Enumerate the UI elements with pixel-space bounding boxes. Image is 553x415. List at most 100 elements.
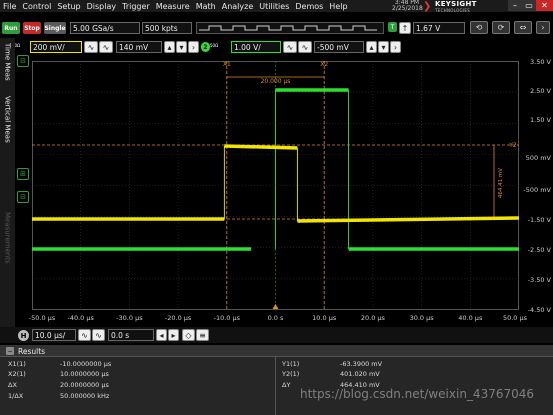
menu-file[interactable]: File [3, 2, 16, 11]
channel1-menu-button[interactable]: › [188, 41, 199, 53]
reference-icon: ◇ [185, 330, 192, 340]
results-collapse-button[interactable]: − [6, 347, 14, 355]
fit-button[interactable]: ⇔ [514, 21, 532, 34]
channel1-scale-field[interactable]: 200 mV/ [30, 41, 82, 53]
wave-icon: ∿ [87, 42, 95, 52]
y-axis-label: 3.50 V [530, 58, 551, 66]
channel1-offset-field[interactable]: 140 mV [116, 41, 162, 53]
menu-help[interactable]: Help [329, 2, 347, 11]
memory-depth-field[interactable]: 500 kpts [142, 22, 192, 34]
y-axis-label: -3.50 V [527, 276, 551, 284]
result-value: -63.3900 mV [340, 360, 383, 368]
chevron-right-icon: › [541, 23, 545, 32]
result-label: ΔY [282, 381, 291, 389]
toolbar-more-button[interactable]: › [536, 21, 550, 34]
tab-measurements[interactable]: Measurements [2, 198, 13, 278]
menu-display[interactable]: Display [87, 2, 117, 11]
channel1-bw-button[interactable]: ∿ [99, 41, 113, 53]
default-setup-icon: ⟳ [497, 23, 505, 32]
menu-utilities[interactable]: Utilities [259, 2, 289, 11]
menu-demos[interactable]: Demos [295, 2, 323, 11]
chevron-left-icon: ◂ [159, 330, 164, 340]
channel1-offset-up-button[interactable]: ▴ [164, 41, 175, 53]
channel2-offset-up-button[interactable]: ▴ [366, 41, 377, 53]
result-label: X2(1) [8, 370, 26, 378]
datetime: 3:48 PM 2/25/2018 [392, 0, 423, 12]
menu-measure[interactable]: Measure [156, 2, 190, 11]
menu-setup[interactable]: Setup [57, 2, 80, 11]
x-axis-label: 30.0 μs [409, 314, 434, 322]
x-axis-label: 50.0 μs [502, 314, 528, 322]
result-value: -10.0000000 μs [60, 360, 112, 368]
rising-edge-icon: ↑ [401, 23, 409, 33]
channel2-offset-down-button[interactable]: ▾ [378, 41, 389, 53]
chevron-right-icon: › [393, 42, 398, 52]
result-value: 401.020 mV [340, 370, 380, 378]
time-menu-button[interactable]: ≡ [196, 329, 209, 341]
side-tool-button-2[interactable]: ⊞ [17, 168, 29, 180]
horizontal-scale-labels: -50.0 μs -40.0 μs -30.0 μs -20.0 μs -10.0 μs… [0, 314, 553, 324]
sample-rate-field[interactable]: 5.00 GSa/s [70, 22, 140, 34]
x-axis-label: -10.0 μs [213, 314, 240, 322]
time-position-right-button[interactable]: ▸ [168, 329, 179, 341]
chevron-down-icon: ▾ [381, 42, 386, 52]
channel2-badge[interactable]: 2 [201, 42, 210, 52]
vertical-scale-labels: 3.50 V 2.50 V 1.50 V 500 mV -500 mV -1.50 V -2… [521, 56, 553, 316]
close-button[interactable]: ✕ [536, 0, 553, 11]
time-position-left-button[interactable]: ◂ [156, 329, 167, 341]
x-axis-label: -50.0 μs [28, 314, 56, 322]
time-scale-chart-button[interactable]: ∿ [78, 329, 91, 341]
channel2-scale-field[interactable]: 1.00 V/ [231, 41, 281, 53]
result-value: 10.0000000 μs [60, 370, 109, 378]
side-tool-button-3[interactable]: ⊟ [17, 191, 29, 203]
x-axis-label: -40.0 μs [67, 314, 94, 322]
trigger-edge-button[interactable]: ↑ [399, 22, 411, 34]
measure-icon: ⊟ [20, 193, 26, 201]
trigger-level-field[interactable]: 1.67 V [413, 22, 465, 34]
channel2-coupling-button[interactable]: ∿ [283, 41, 297, 53]
wave-icon: ∿ [301, 42, 309, 52]
wave-icon: ∿ [286, 42, 294, 52]
time-reference-button[interactable]: ◇ [182, 329, 195, 341]
minimize-button[interactable]: – [508, 0, 522, 11]
tab-vertical-meas[interactable]: Vertical Meas [2, 88, 13, 150]
trigger-channel-button[interactable]: T [388, 22, 397, 32]
x-axis-label: 10.0 μs [312, 314, 337, 322]
menu-math[interactable]: Math [196, 2, 216, 11]
delta-x-label: 20.000 μs [261, 78, 291, 85]
x-axis-label: 40.0 μs [458, 314, 483, 322]
close-icon: ✕ [541, 1, 548, 10]
run-button[interactable]: Run [2, 22, 20, 34]
menu-trigger[interactable]: Trigger [122, 2, 150, 11]
channel2-bw-button[interactable]: ∿ [298, 41, 312, 53]
side-tool-button-1[interactable]: ⊟ [17, 55, 29, 67]
wave-icon: ∿ [81, 330, 88, 340]
channel2-menu-button[interactable]: › [390, 41, 401, 53]
measure-icon: ⊟ [20, 57, 26, 65]
channel2-offset-field[interactable]: -500 mV [314, 41, 364, 53]
add-measurement-icon: ⊞ [20, 170, 26, 178]
x-axis-label: 20.0 μs [360, 314, 385, 322]
menu-control[interactable]: Control [22, 2, 51, 11]
chevron-right-icon: › [191, 42, 196, 52]
y-axis-label: -2.50 V [527, 246, 551, 254]
x2-cursor-label: X2 [320, 61, 328, 68]
maximize-button[interactable]: ▭ [522, 0, 536, 11]
horizontal-badge[interactable]: H [18, 330, 29, 341]
single-button[interactable]: Single [44, 22, 66, 34]
tab-time-meas[interactable]: Time Meas [2, 40, 13, 84]
time-position-field[interactable]: 0.0 s [108, 329, 154, 341]
y-axis-label: 2.50 V [530, 87, 551, 95]
waveform-display[interactable]: X1 X2 20.000 μs Y2 464.41 mV [32, 61, 519, 310]
channel1-coupling-button[interactable]: ∿ [84, 41, 98, 53]
stop-button[interactable]: Stop [23, 22, 41, 34]
channel1-offset-down-button[interactable]: ▾ [176, 41, 187, 53]
time-scale-field[interactable]: 10.0 μs/ [32, 329, 76, 341]
time-zoom-button[interactable]: ∿ [92, 329, 105, 341]
wave-icon: ∿ [102, 42, 110, 52]
menu-analyze[interactable]: Analyze [222, 2, 254, 11]
maximize-icon: ▭ [525, 1, 533, 10]
default-setup-button[interactable]: ⟳ [492, 21, 510, 34]
autoscale-button[interactable]: ⟲ [470, 21, 488, 34]
result-label: ΔX [8, 381, 17, 389]
